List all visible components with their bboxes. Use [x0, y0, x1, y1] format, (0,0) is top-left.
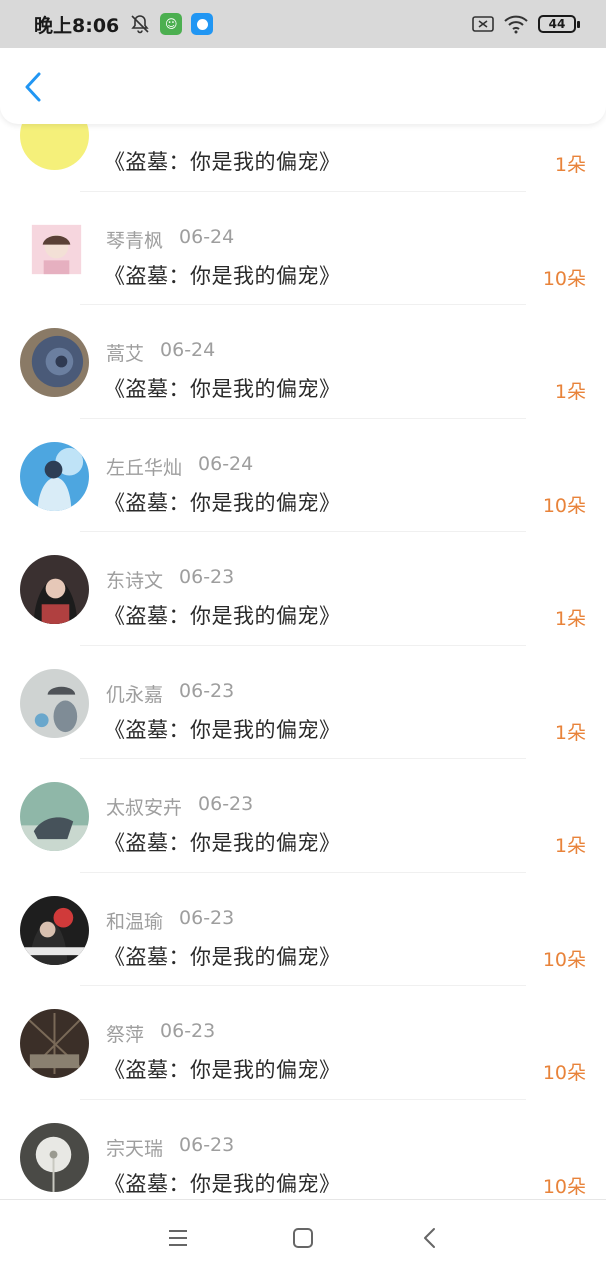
avatar[interactable]	[20, 1009, 89, 1078]
book-title[interactable]: 《盗墓：你是我的偏宠》	[104, 1168, 341, 1198]
flower-count: 1朵	[554, 608, 586, 630]
system-nav-bar	[0, 1199, 606, 1280]
gift-date: 06-23	[179, 566, 235, 588]
app-bubble-icon	[191, 13, 214, 35]
list-item[interactable]: 左丘华灿 06-24 《盗墓：你是我的偏宠》 10朵	[0, 419, 606, 532]
item-meta: 太叔安卉 06-23	[106, 793, 253, 820]
book-title: 《盗墓：你是我的偏宠》	[104, 150, 341, 174]
avatar	[20, 124, 89, 170]
flower-count: 1朵	[554, 154, 586, 176]
flower-count: 10朵	[542, 1175, 586, 1198]
system-back-button[interactable]	[416, 1226, 444, 1254]
battery-icon: 44	[538, 15, 580, 33]
home-square-icon	[292, 1227, 314, 1253]
status-icons-right: 44	[472, 14, 580, 34]
item-meta: 仉永嘉 06-23	[106, 680, 234, 707]
item-meta: 和温瑜 06-23	[106, 907, 234, 934]
gift-date: 06-23	[179, 679, 235, 702]
avatar[interactable]	[22, 214, 91, 284]
item-meta: 左丘华灿 06-24	[106, 453, 253, 480]
book-title[interactable]: 《盗墓：你是我的偏宠》	[104, 827, 341, 857]
avatar[interactable]	[20, 441, 89, 511]
book-title[interactable]: 《盗墓：你是我的偏宠》	[104, 600, 341, 630]
wifi-icon	[503, 14, 529, 34]
flower-count: 10朵	[542, 948, 586, 971]
back-button[interactable]	[18, 72, 48, 106]
user-name[interactable]: 和温瑜	[106, 907, 163, 934]
list-item[interactable]: 琴青枫 06-24 《盗墓：你是我的偏宠》 10朵	[0, 192, 606, 305]
gift-date: 06-24	[198, 452, 254, 475]
avatar[interactable]	[20, 782, 89, 851]
avatar[interactable]	[20, 668, 89, 738]
app-notification-icon: ☺	[160, 13, 183, 35]
list-item[interactable]: 祭萍 06-23 《盗墓：你是我的偏宠》 10朵	[0, 986, 606, 1100]
status-bar: 晚上8:06 ☺ 44	[0, 0, 606, 48]
item-meta: 祭萍 06-23	[106, 1020, 215, 1047]
book-title[interactable]: 《盗墓：你是我的偏宠》	[104, 714, 341, 744]
user-name[interactable]: 宗天瑞	[106, 1134, 163, 1161]
user-name[interactable]: 琴青枫	[106, 226, 163, 253]
flower-count: 1朵	[554, 721, 586, 744]
list-item[interactable]: 蒿艾 06-24 《盗墓：你是我的偏宠》 1朵	[0, 305, 606, 419]
flower-count: 10朵	[542, 1062, 586, 1084]
flower-gift-list[interactable]: 《盗墓：你是我的偏宠》 1朵 琴青枫 06-24 《盗墓：你是我的偏宠》 10朵	[0, 124, 606, 1199]
gift-date: 06-23	[160, 1020, 216, 1042]
book-title[interactable]: 《盗墓：你是我的偏宠》	[104, 941, 341, 971]
item-meta: 宗天瑞 06-23	[106, 1134, 234, 1161]
header-bar	[0, 48, 606, 124]
list-item[interactable]: 仉永嘉 06-23 《盗墓：你是我的偏宠》 1朵	[0, 646, 606, 759]
menu-icon	[167, 1228, 189, 1252]
back-triangle-icon	[422, 1226, 438, 1254]
flower-count: 10朵	[542, 267, 586, 290]
user-name[interactable]: 左丘华灿	[106, 453, 182, 480]
avatar[interactable]	[20, 555, 89, 624]
list-item[interactable]: 太叔安卉 06-23 《盗墓：你是我的偏宠》 1朵	[0, 759, 606, 873]
book-title[interactable]: 《盗墓：你是我的偏宠》	[104, 373, 341, 403]
user-name[interactable]: 祭萍	[106, 1020, 144, 1047]
sim-off-icon	[472, 15, 494, 33]
user-name[interactable]: 仉永嘉	[106, 680, 163, 707]
flower-count: 10朵	[542, 494, 586, 517]
item-meta: 琴青枫 06-24	[106, 226, 234, 253]
user-name[interactable]: 东诗文	[106, 566, 163, 593]
flower-count: 1朵	[554, 381, 586, 403]
list-item[interactable]: 宗天瑞 06-23 《盗墓：你是我的偏宠》 10朵	[0, 1100, 606, 1200]
book-title[interactable]: 《盗墓：你是我的偏宠》	[104, 1054, 341, 1084]
gift-date: 06-24	[160, 339, 216, 361]
book-title[interactable]: 《盗墓：你是我的偏宠》	[104, 260, 341, 290]
avatar[interactable]	[20, 328, 89, 397]
user-name[interactable]: 太叔安卉	[106, 793, 182, 820]
avatar[interactable]	[20, 1122, 89, 1192]
item-meta: 蒿艾 06-24	[106, 339, 215, 366]
item-meta: 东诗文 06-23	[106, 566, 234, 593]
home-button[interactable]	[289, 1226, 317, 1254]
status-time: 晚上8:06	[34, 14, 120, 37]
user-name[interactable]: 蒿艾	[106, 339, 144, 366]
status-icons-left: ☺	[129, 13, 214, 35]
gift-date: 06-23	[179, 906, 235, 929]
gift-date: 06-24	[179, 225, 235, 248]
flower-gift-list-inner: 《盗墓：你是我的偏宠》 1朵 琴青枫 06-24 《盗墓：你是我的偏宠》 10朵	[0, 124, 606, 1199]
flower-count: 1朵	[554, 835, 586, 857]
menu-button[interactable]	[164, 1226, 192, 1254]
bell-muted-icon	[129, 13, 151, 35]
chevron-left-icon	[23, 71, 43, 107]
list-item[interactable]: 《盗墓：你是我的偏宠》 1朵	[0, 124, 606, 192]
avatar[interactable]	[20, 895, 89, 965]
gift-date: 06-23	[179, 1133, 235, 1156]
list-item[interactable]: 和温瑜 06-23 《盗墓：你是我的偏宠》 10朵	[0, 873, 606, 986]
gift-date: 06-23	[198, 793, 254, 815]
book-title[interactable]: 《盗墓：你是我的偏宠》	[104, 487, 341, 517]
list-item[interactable]: 东诗文 06-23 《盗墓：你是我的偏宠》 1朵	[0, 532, 606, 646]
